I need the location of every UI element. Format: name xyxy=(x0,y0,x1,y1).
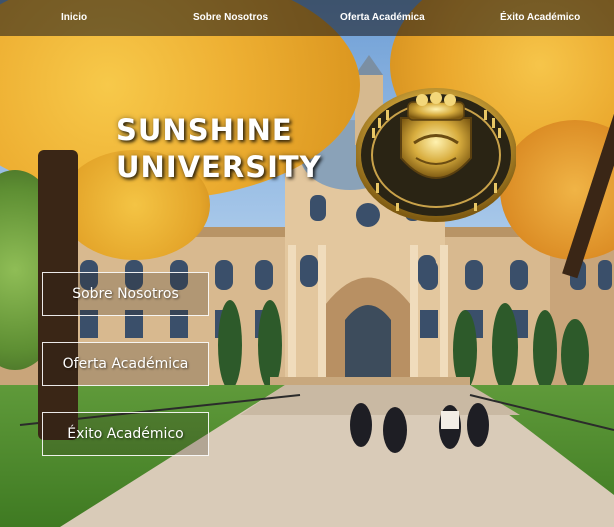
hero-title-line-2: UNIVERSITY xyxy=(116,150,322,184)
top-navbar: Inicio Sobre Nosotros Oferta Académica É… xyxy=(0,0,614,36)
side-button-exito-academico[interactable]: Éxito Académico xyxy=(42,412,209,456)
nav-link-oferta-academica[interactable]: Oferta Académica xyxy=(340,12,425,23)
hero-title: SUNSHINE UNIVERSITY xyxy=(116,112,356,186)
walkway xyxy=(19,385,614,527)
nav-link-exito-academico[interactable]: Éxito Académico xyxy=(500,12,580,23)
university-crest-icon xyxy=(356,88,516,222)
nav-link-inicio[interactable]: Inicio xyxy=(61,12,87,23)
nav-link-sobre-nosotros[interactable]: Sobre Nosotros xyxy=(193,12,268,23)
side-button-oferta-academica[interactable]: Oferta Académica xyxy=(42,342,209,386)
side-button-sobre-nosotros[interactable]: Sobre Nosotros xyxy=(42,272,209,316)
hero-title-line-1: SUNSHINE xyxy=(116,113,293,147)
